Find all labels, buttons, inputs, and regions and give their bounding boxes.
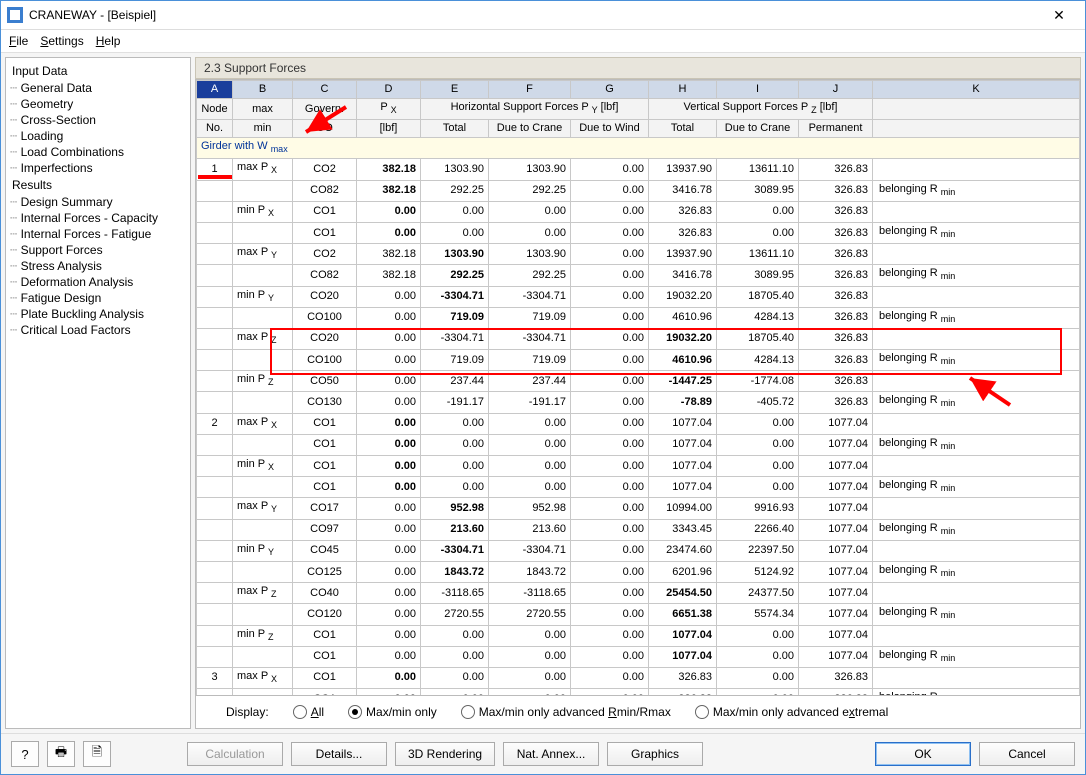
table-row[interactable]: min P YCO200.00-3304.71-3304.710.0019032…: [197, 286, 1080, 307]
nav-item[interactable]: Loading: [8, 128, 188, 144]
radio-maxmin-extremal[interactable]: Max/min only advanced extremal: [695, 705, 888, 719]
table-row[interactable]: 2max P XCO10.000.000.000.001077.040.0010…: [197, 413, 1080, 434]
menubar: File Settings Help: [1, 30, 1085, 53]
body: Input Data General DataGeometryCross-Sec…: [1, 53, 1085, 733]
table-row[interactable]: 3max P XCO10.000.000.000.00326.830.00326…: [197, 667, 1080, 688]
table-row[interactable]: max P YCO2382.181303.901303.900.0013937.…: [197, 244, 1080, 265]
nav-item[interactable]: Cross-Section: [8, 112, 188, 128]
table-row[interactable]: CO82382.18292.25292.250.003416.783089.95…: [197, 180, 1080, 201]
display-label: Display:: [226, 705, 269, 719]
col-D[interactable]: D: [357, 81, 421, 99]
nav-item[interactable]: Geometry: [8, 96, 188, 112]
nav-input-data[interactable]: Input Data: [8, 62, 188, 80]
table-row[interactable]: CO82382.18292.25292.250.003416.783089.95…: [197, 265, 1080, 286]
table-row[interactable]: max P ZCO200.00-3304.71-3304.710.0019032…: [197, 328, 1080, 349]
header-row-2: No. min CO [lbf] Total Due to Crane Due …: [197, 120, 1080, 138]
graphics-button[interactable]: Graphics: [607, 742, 703, 766]
group-header: Girder with W max: [197, 138, 1080, 159]
table-row[interactable]: CO1000.00719.09719.090.004610.964284.133…: [197, 350, 1080, 371]
save-results-button[interactable]: 🗎: [83, 741, 111, 767]
col-B[interactable]: B: [233, 81, 293, 99]
3d-rendering-button[interactable]: 3D Rendering: [395, 742, 495, 766]
table-row[interactable]: CO1250.001843.721843.720.006201.965124.9…: [197, 561, 1080, 582]
nav-item[interactable]: Fatigue Design: [8, 290, 188, 306]
col-A[interactable]: A: [197, 81, 233, 99]
table-row[interactable]: max P ZCO400.00-3118.65-3118.650.0025454…: [197, 583, 1080, 604]
table-row[interactable]: CO1000.00719.09719.090.004610.964284.133…: [197, 307, 1080, 328]
nat-annex-button[interactable]: Nat. Annex...: [503, 742, 599, 766]
results-grid[interactable]: A B C D E F G H I J K: [195, 79, 1081, 696]
header-row-1: Node max Govern. P X Horizontal Support …: [197, 99, 1080, 120]
nav-item[interactable]: Imperfections: [8, 160, 188, 176]
table-row[interactable]: min P YCO450.00-3304.71-3304.710.0023474…: [197, 540, 1080, 561]
col-H[interactable]: H: [649, 81, 717, 99]
app-window: CRANEWAY - [Beispiel] ✕ File Settings He…: [0, 0, 1086, 775]
nav-item[interactable]: Deformation Analysis: [8, 274, 188, 290]
menu-settings[interactable]: Settings: [40, 34, 83, 48]
panel-title: 2.3 Support Forces: [195, 57, 1081, 79]
main-panel: 2.3 Support Forces A B C D E: [195, 57, 1081, 729]
table-row[interactable]: min P XCO10.000.000.000.00326.830.00326.…: [197, 201, 1080, 222]
col-I[interactable]: I: [717, 81, 799, 99]
header-pz-group: Vertical Support Forces P Z [lbf]: [649, 99, 873, 120]
app-icon: [7, 7, 23, 23]
table-row[interactable]: 1max P XCO2382.181303.901303.900.0013937…: [197, 159, 1080, 180]
nav-item[interactable]: Support Forces: [8, 242, 188, 258]
nav-results[interactable]: Results: [8, 176, 188, 194]
radio-maxmin-rminrmax[interactable]: Max/min only advanced Rmin/Rmax: [461, 705, 671, 719]
nav-item[interactable]: Load Combinations: [8, 144, 188, 160]
radio-maxmin[interactable]: Max/min only: [348, 705, 437, 719]
titlebar: CRANEWAY - [Beispiel] ✕: [1, 1, 1085, 30]
nav-item[interactable]: Design Summary: [8, 194, 188, 210]
menu-help[interactable]: Help: [96, 34, 121, 48]
col-E[interactable]: E: [421, 81, 489, 99]
column-letters: A B C D E F G H I J K: [197, 81, 1080, 99]
calculation-button[interactable]: Calculation: [187, 742, 283, 766]
nav-tree[interactable]: Input Data General DataGeometryCross-Sec…: [5, 57, 191, 729]
footer: ? 🖶 🗎 Calculation Details... 3D Renderin…: [1, 733, 1085, 774]
nav-item[interactable]: General Data: [8, 80, 188, 96]
table-row[interactable]: min P XCO10.000.000.000.001077.040.00107…: [197, 456, 1080, 477]
table-row[interactable]: CO970.00213.60213.600.003343.452266.4010…: [197, 519, 1080, 540]
radio-all[interactable]: All: [293, 705, 324, 719]
header-py-group: Horizontal Support Forces P Y [lbf]: [421, 99, 649, 120]
table-row[interactable]: CO10.000.000.000.00326.830.00326.83belon…: [197, 222, 1080, 243]
menu-file[interactable]: File: [9, 34, 28, 48]
results-table: A B C D E F G H I J K: [196, 80, 1080, 696]
nav-item[interactable]: Internal Forces - Capacity: [8, 210, 188, 226]
table-row[interactable]: CO10.000.000.000.00326.830.00326.83belon…: [197, 689, 1080, 696]
table-row[interactable]: max P YCO170.00952.98952.980.0010994.009…: [197, 498, 1080, 519]
col-J[interactable]: J: [799, 81, 873, 99]
cancel-button[interactable]: Cancel: [979, 742, 1075, 766]
table-row[interactable]: CO10.000.000.000.001077.040.001077.04bel…: [197, 646, 1080, 667]
display-bar: Display: All Max/min only Max/min only a…: [195, 696, 1081, 729]
help-button[interactable]: ?: [11, 741, 39, 767]
table-row[interactable]: CO1300.00-191.17-191.170.00-78.89-405.72…: [197, 392, 1080, 413]
nav-item[interactable]: Critical Load Factors: [8, 322, 188, 338]
details-button[interactable]: Details...: [291, 742, 387, 766]
nav-item[interactable]: Internal Forces - Fatigue: [8, 226, 188, 242]
col-K[interactable]: K: [873, 81, 1080, 99]
close-button[interactable]: ✕: [1039, 7, 1079, 24]
window-title: CRANEWAY - [Beispiel]: [29, 8, 1039, 22]
col-F[interactable]: F: [489, 81, 571, 99]
table-row[interactable]: CO1200.002720.552720.550.006651.385574.3…: [197, 604, 1080, 625]
nav-item[interactable]: Plate Buckling Analysis: [8, 306, 188, 322]
table-row[interactable]: min P ZCO10.000.000.000.001077.040.00107…: [197, 625, 1080, 646]
export-button[interactable]: 🖶: [47, 741, 75, 767]
col-C[interactable]: C: [293, 81, 357, 99]
col-G[interactable]: G: [571, 81, 649, 99]
table-row[interactable]: CO10.000.000.000.001077.040.001077.04bel…: [197, 477, 1080, 498]
table-row[interactable]: CO10.000.000.000.001077.040.001077.04bel…: [197, 434, 1080, 455]
ok-button[interactable]: OK: [875, 742, 971, 766]
header-px: P X: [357, 99, 421, 120]
table-row[interactable]: min P ZCO500.00237.44237.440.00-1447.25-…: [197, 371, 1080, 392]
nav-item[interactable]: Stress Analysis: [8, 258, 188, 274]
